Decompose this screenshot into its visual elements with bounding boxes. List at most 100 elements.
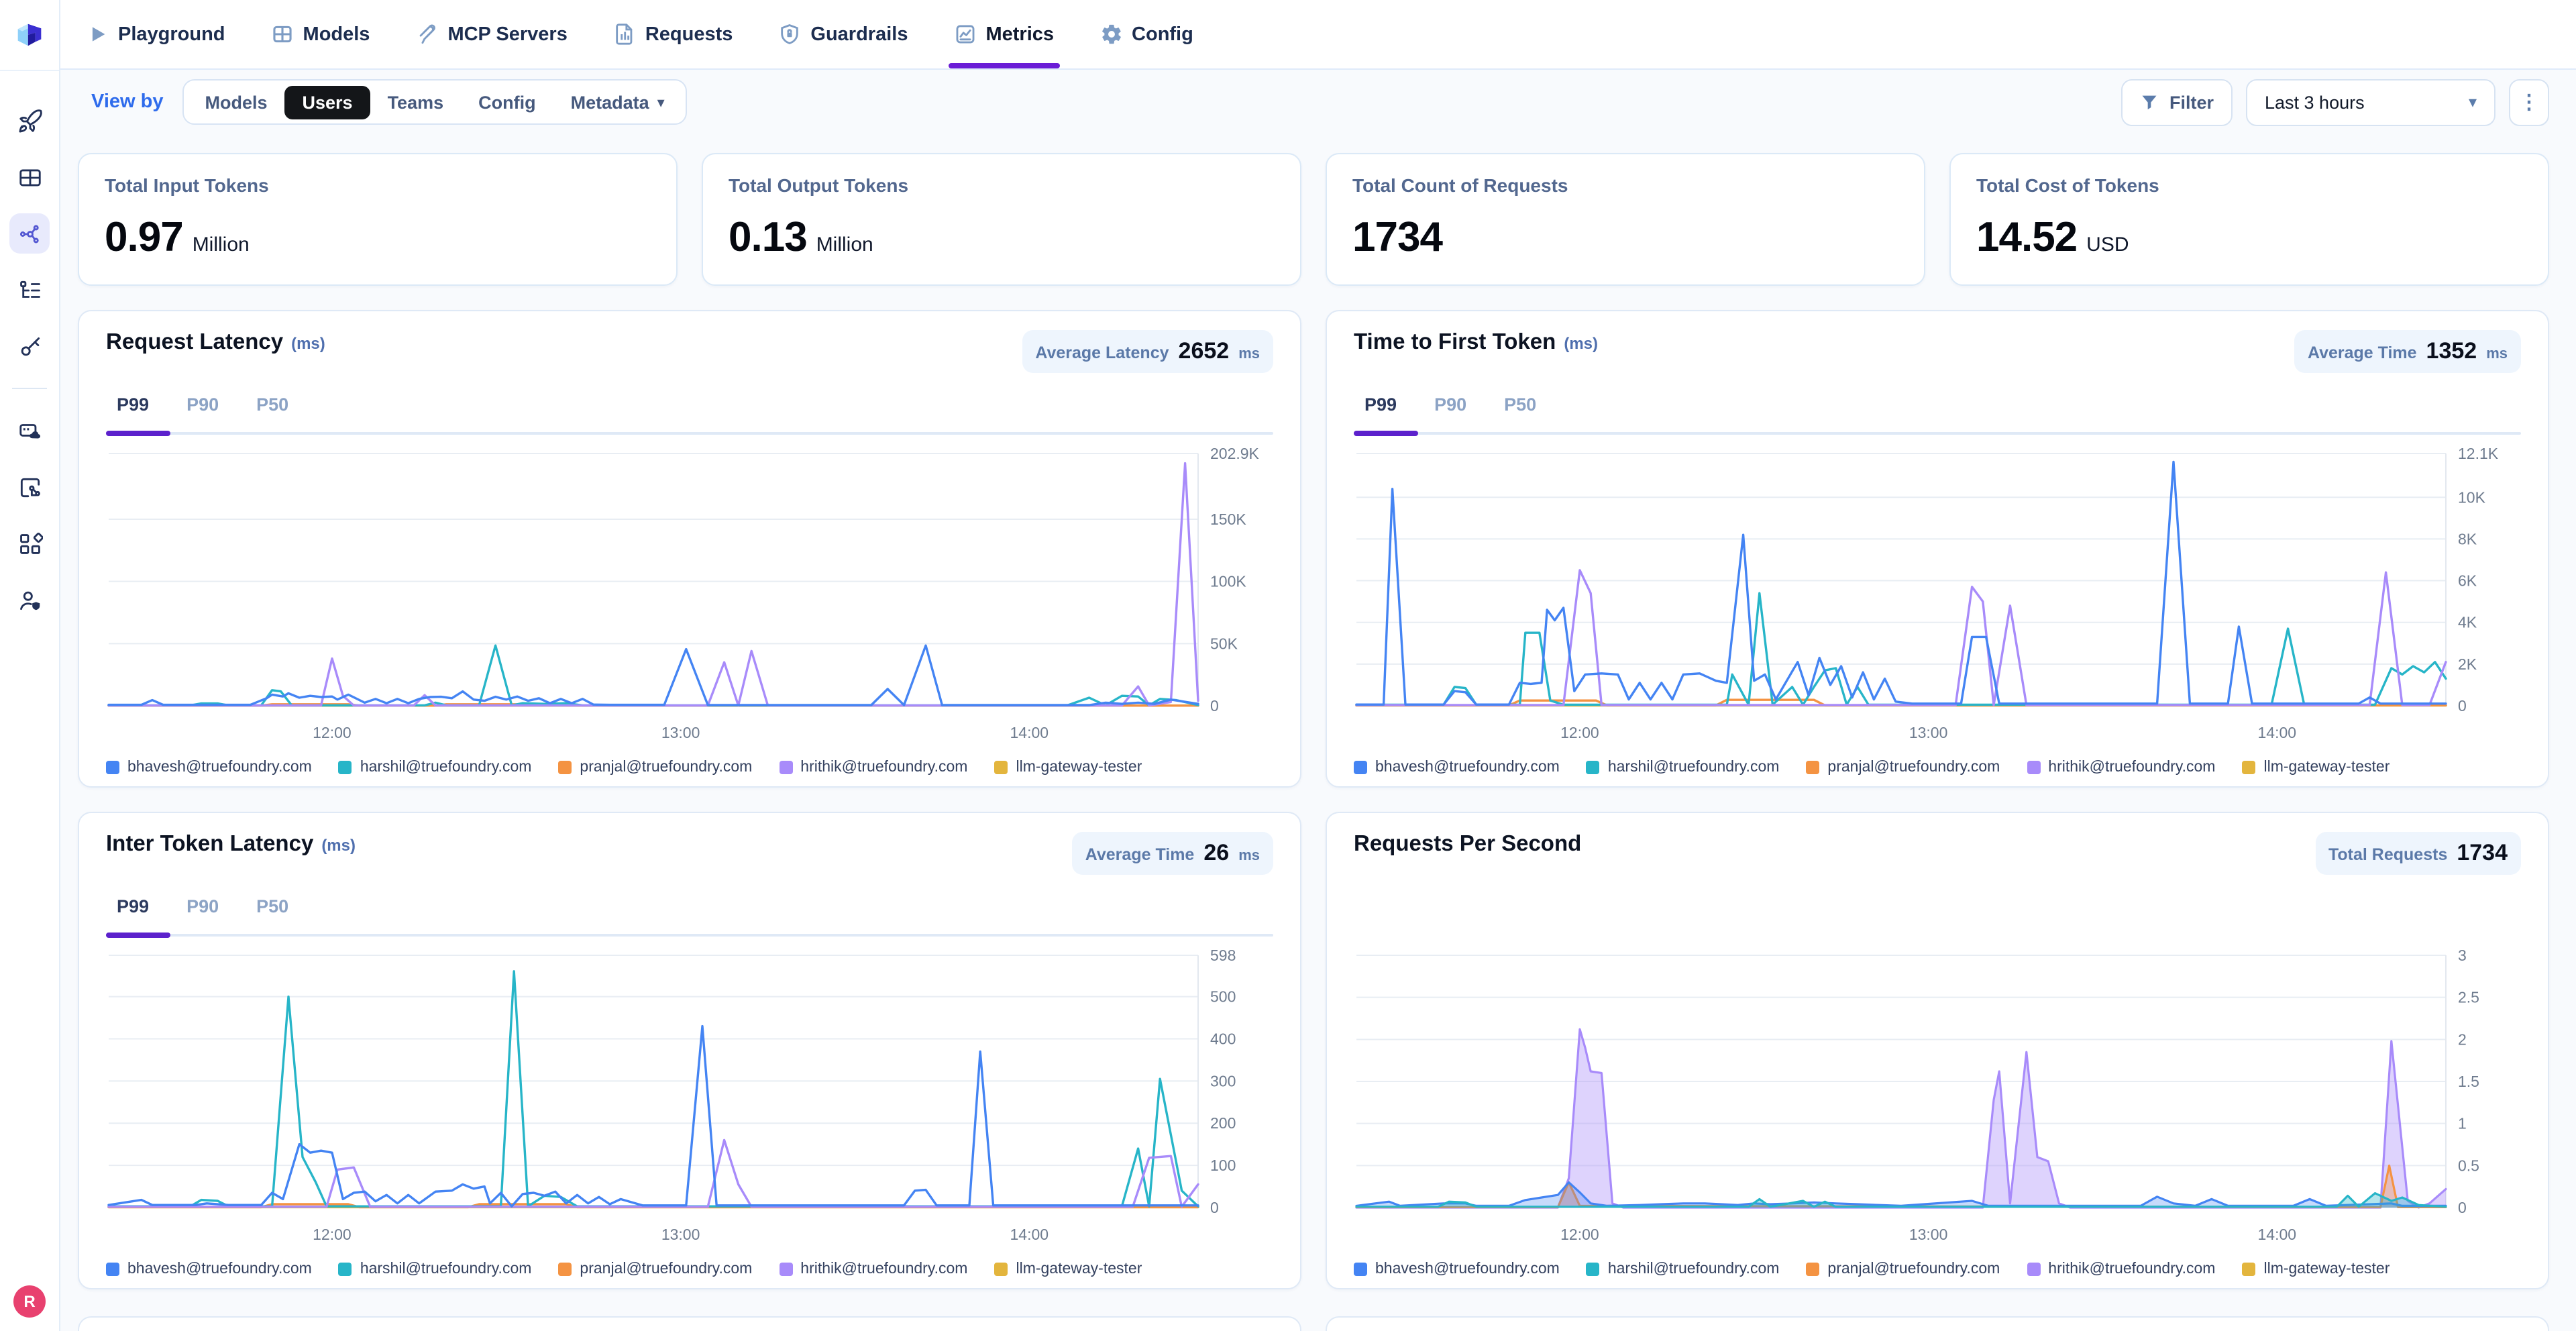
legend-item-llm-gateway-tester[interactable]: llm-gateway-tester (994, 1261, 1142, 1277)
window-flow-icon[interactable] (9, 467, 50, 507)
network-hub-icon[interactable] (9, 213, 50, 254)
nav-tab-guardrails[interactable]: Guardrails (778, 0, 908, 68)
percentile-tabs: P99 P90 P50 (1354, 394, 2521, 424)
legend-item-hrithik@truefoundry.com[interactable]: hrithik@truefoundry.com (2027, 759, 2215, 776)
nav-tab-playground[interactable]: Playground (86, 0, 225, 68)
legend-item-harshil@truefoundry.com[interactable]: harshil@truefoundry.com (339, 1261, 532, 1277)
svg-text:500: 500 (1210, 988, 1236, 1006)
legend-item-bhavesh@truefoundry.com[interactable]: bhavesh@truefoundry.com (106, 1261, 312, 1277)
tab-p50[interactable]: P50 (256, 394, 288, 424)
key-icon[interactable] (9, 326, 50, 366)
legend-item-harshil@truefoundry.com[interactable]: harshil@truefoundry.com (1587, 759, 1780, 776)
stat-title: Total Output Tokens (729, 174, 1275, 196)
gear-icon (1099, 23, 1122, 46)
chart-legend: bhavesh@truefoundry.com harshil@truefound… (106, 1256, 1273, 1283)
toolbar: View by Models Users Teams Config Metada… (78, 70, 2549, 134)
nav-tab-label: Models (303, 23, 370, 45)
nav-tab-metrics[interactable]: Metrics (953, 0, 1054, 68)
badge-value: 1352 (2426, 338, 2477, 365)
user-avatar[interactable]: R (13, 1285, 46, 1318)
badge-label: Average Time (1085, 845, 1195, 864)
nav-tab-requests[interactable]: Requests (613, 0, 733, 68)
legend-item-hrithik@truefoundry.com[interactable]: hrithik@truefoundry.com (779, 1261, 967, 1277)
view-option-models[interactable]: Models (187, 85, 284, 119)
filter-button[interactable]: Filter (2121, 78, 2233, 125)
requests-per-second-chart[interactable]: 00.511.522.5312:0013:0014:00 (1354, 942, 2521, 1256)
table-grid-icon[interactable] (9, 157, 50, 197)
funnel-icon (2140, 93, 2159, 111)
svg-text:0: 0 (1210, 697, 1219, 714)
legend-swatch (339, 761, 352, 774)
rocket-icon[interactable] (9, 101, 50, 141)
request-latency-chart[interactable]: 050K100K150K202.9K12:0013:0014:00 (106, 440, 1273, 754)
truefoundry-logo[interactable] (0, 0, 59, 71)
legend-item-llm-gateway-tester[interactable]: llm-gateway-tester (2242, 1261, 2390, 1277)
badge-value: 26 (1203, 840, 1229, 867)
panel-time-to-first-token: Time to First Token (ms) Average Time 13… (1326, 310, 2549, 788)
tab-p90[interactable]: P90 (1434, 394, 1466, 424)
tabs-spacer (1354, 875, 2521, 937)
legend-item-harshil@truefoundry.com[interactable]: harshil@truefoundry.com (339, 759, 532, 776)
stat-suffix: Million (816, 233, 873, 256)
time-to-first-token-chart[interactable]: 02K4K6K8K10K12.1K12:0013:0014:00 (1354, 440, 2521, 754)
svg-text:12:00: 12:00 (313, 1226, 352, 1243)
svg-text:13:00: 13:00 (1909, 1226, 1948, 1243)
tab-p90[interactable]: P90 (186, 394, 219, 424)
legend-item-harshil@truefoundry.com[interactable]: harshil@truefoundry.com (1587, 1261, 1780, 1277)
svg-text:100: 100 (1210, 1157, 1236, 1174)
nav-tab-mcp-servers[interactable]: MCP Servers (415, 0, 567, 68)
svg-text:13:00: 13:00 (1909, 724, 1948, 741)
user-shield-icon[interactable] (9, 580, 50, 620)
legend-item-pranjal@truefoundry.com[interactable]: pranjal@truefoundry.com (558, 759, 752, 776)
svg-text:1.5: 1.5 (2458, 1073, 2479, 1090)
panel-row-2: Inter Token Latency (ms) Average Time 26… (78, 812, 2549, 1289)
panel-row-3-partial (78, 1316, 2549, 1331)
tab-p50[interactable]: P50 (256, 896, 288, 926)
components-icon[interactable] (9, 523, 50, 564)
main-content: View by Models Users Teams Config Metada… (59, 70, 2576, 1331)
svg-text:400: 400 (1210, 1030, 1236, 1047)
svg-text:2K: 2K (2458, 655, 2477, 673)
tab-p90[interactable]: P90 (186, 896, 219, 926)
legend-label: bhavesh@truefoundry.com (127, 759, 312, 776)
tab-p50[interactable]: P50 (1504, 394, 1536, 424)
legend-item-llm-gateway-tester[interactable]: llm-gateway-tester (994, 759, 1142, 776)
badge-label: Total Requests (2328, 845, 2447, 864)
panel-inter-token-latency: Inter Token Latency (ms) Average Time 26… (78, 812, 1301, 1289)
legend-label: bhavesh@truefoundry.com (1375, 1261, 1560, 1277)
legend-swatch (558, 1263, 572, 1276)
view-option-metadata[interactable]: Metadata▾ (553, 85, 682, 119)
legend-item-pranjal@truefoundry.com[interactable]: pranjal@truefoundry.com (558, 1261, 752, 1277)
legend-item-llm-gateway-tester[interactable]: llm-gateway-tester (2242, 759, 2390, 776)
legend-item-pranjal@truefoundry.com[interactable]: pranjal@truefoundry.com (1806, 759, 2000, 776)
chart-legend: bhavesh@truefoundry.com harshil@truefound… (106, 754, 1273, 781)
view-option-teams[interactable]: Teams (370, 85, 462, 119)
legend-label: hrithik@truefoundry.com (800, 759, 967, 776)
total-requests-badge: Total Requests 1734 (2315, 832, 2521, 875)
legend-item-pranjal@truefoundry.com[interactable]: pranjal@truefoundry.com (1806, 1261, 2000, 1277)
nav-tab-label: Requests (645, 23, 733, 45)
nav-tab-config[interactable]: Config (1099, 0, 1193, 68)
tab-p99[interactable]: P99 (1364, 394, 1397, 424)
panel-request-latency: Request Latency (ms) Average Latency 265… (78, 310, 1301, 788)
view-option-metadata-label: Metadata (571, 92, 649, 112)
legend-item-hrithik@truefoundry.com[interactable]: hrithik@truefoundry.com (2027, 1261, 2215, 1277)
tab-p99[interactable]: P99 (117, 896, 149, 926)
legend-item-bhavesh@truefoundry.com[interactable]: bhavesh@truefoundry.com (1354, 759, 1560, 776)
view-option-users[interactable]: Users (285, 85, 370, 119)
view-option-config[interactable]: Config (461, 85, 553, 119)
nav-tab-label: Config (1132, 23, 1193, 45)
active-tab-indicator (106, 431, 170, 435)
legend-item-bhavesh@truefoundry.com[interactable]: bhavesh@truefoundry.com (1354, 1261, 1560, 1277)
inter-token-latency-chart[interactable]: 010020030040050059812:0013:0014:00 (106, 942, 1273, 1256)
legend-item-hrithik@truefoundry.com[interactable]: hrithik@truefoundry.com (779, 759, 967, 776)
svg-text:1: 1 (2458, 1115, 2467, 1132)
time-range-select[interactable]: Last 3 hours ▾ (2246, 78, 2496, 125)
nav-tab-models[interactable]: Models (271, 0, 370, 68)
more-options-button[interactable]: ⋮ (2509, 78, 2549, 125)
svg-text:12:00: 12:00 (1560, 724, 1599, 741)
legend-item-bhavesh@truefoundry.com[interactable]: bhavesh@truefoundry.com (106, 759, 312, 776)
plug-cloud-icon[interactable] (9, 411, 50, 451)
tree-list-icon[interactable] (9, 270, 50, 310)
tab-p99[interactable]: P99 (117, 394, 149, 424)
